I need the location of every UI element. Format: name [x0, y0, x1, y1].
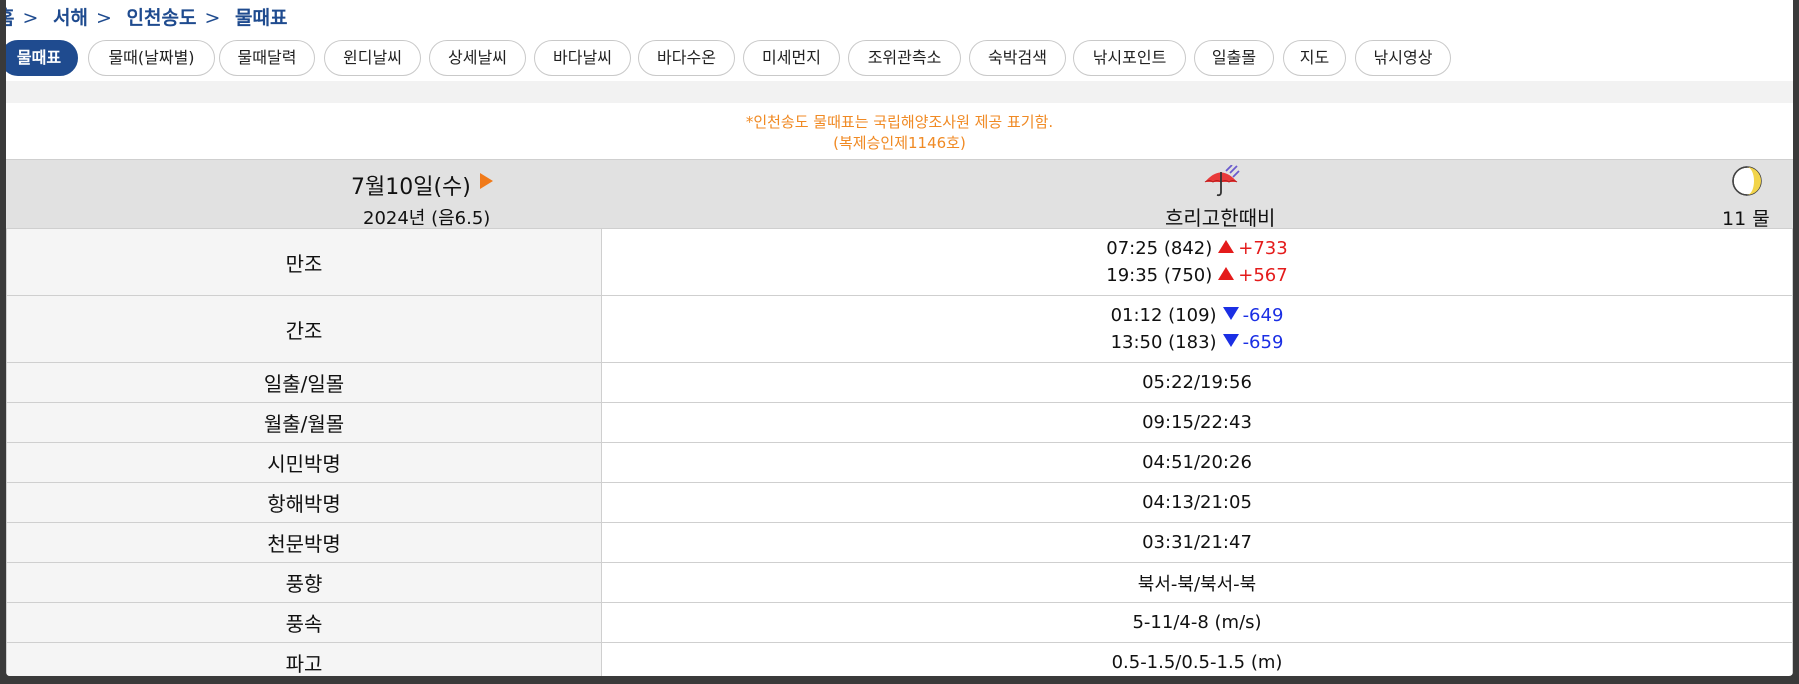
tab-sea-temp[interactable]: 바다수온: [638, 40, 735, 76]
breadcrumb-current: 물때표: [235, 7, 288, 29]
high-tide-diff: +567: [1238, 265, 1288, 286]
tab-map[interactable]: 지도: [1283, 40, 1346, 76]
breadcrumb-sep: >: [204, 7, 221, 29]
tab-windy-weather[interactable]: 윈디날씨: [324, 40, 421, 76]
low-tide-entry: 01:12 (109) -649: [602, 302, 1792, 329]
wave-height-value: 0.5-1.5/0.5-1.5 (m): [601, 642, 1793, 676]
triangle-down-icon: [1222, 307, 1239, 320]
sunrise-sunset-value: 05:22/19:56: [601, 362, 1793, 403]
table-row: 파고 0.5-1.5/0.5-1.5 (m): [6, 642, 1793, 676]
row-label-wind-direction: 풍향: [6, 562, 602, 603]
table-row: 월출/월몰 09:15/22:43: [6, 402, 1793, 443]
breadcrumb-place[interactable]: 인천송도: [127, 7, 197, 29]
tab-tide-station[interactable]: 조위관측소: [848, 40, 961, 76]
low-tide-entry: 13:50 (183) -659: [602, 329, 1792, 356]
triangle-up-icon: [1218, 240, 1235, 253]
tab-tide-calendar[interactable]: 물때달력: [219, 40, 315, 76]
row-label-sunrise-sunset: 일출/일몰: [6, 362, 602, 403]
moonrise-moonset-value: 09:15/22:43: [601, 402, 1793, 443]
tide-table: 만조 07:25 (842) +733 19:35 (750) +567 간조 01…: [6, 228, 1793, 676]
table-row: 만조 07:25 (842) +733 19:35 (750) +567: [6, 228, 1793, 296]
tab-sea-weather[interactable]: 바다날씨: [534, 40, 631, 76]
table-row: 간조 01:12 (109) -649 13:50 (183) -659: [6, 295, 1793, 363]
row-label-wave-height: 파고: [6, 642, 602, 676]
source-notice: *인천송도 물때표는 국립해양조사원 제공 표기함. (복제승인제1146호): [6, 112, 1793, 154]
wind-direction-value: 북서-북/북서-북: [601, 562, 1793, 603]
tab-fine-dust[interactable]: 미세먼지: [743, 40, 840, 76]
row-label-high-tide: 만조: [6, 228, 602, 296]
low-tide-diff: -659: [1242, 332, 1284, 353]
row-label-moonrise-moonset: 월출/월몰: [6, 402, 602, 443]
table-row: 풍속 5-11/4-8 (m/s): [6, 602, 1793, 643]
page-frame: 홈 > 서해 > 인천송도 > 물때표 물때표 물때(날짜별) 물때달력 윈디날씨 상…: [6, 0, 1793, 676]
high-tide-entry: 19:35 (750) +567: [602, 262, 1792, 289]
triangle-down-icon: [1222, 334, 1239, 347]
high-tide-time: 19:35 (750): [1106, 265, 1213, 286]
low-tide-diff: -649: [1242, 305, 1284, 326]
row-label-nautical-twilight: 항해박명: [6, 482, 602, 523]
table-row: 시민박명 04:51/20:26: [6, 442, 1793, 483]
breadcrumb: 홈 > 서해 > 인천송도 > 물때표: [6, 3, 295, 29]
high-tide-diff: +733: [1238, 238, 1288, 259]
year-lunar-label: 2024년 (음6.5): [363, 208, 491, 229]
tab-lodging-search[interactable]: 숙박검색: [969, 40, 1066, 76]
table-row: 풍향 북서-북/북서-북: [6, 562, 1793, 603]
high-tide-entry: 07:25 (842) +733: [602, 235, 1792, 262]
tab-sunrise-sunset[interactable]: 일출몰: [1194, 40, 1274, 76]
row-label-civil-twilight: 시민박명: [6, 442, 602, 483]
half-moon-icon: [1732, 166, 1762, 196]
next-day-arrow-icon[interactable]: [480, 173, 493, 189]
tab-tide-table[interactable]: 물때표: [6, 40, 78, 76]
nautical-twilight-value: 04:13/21:05: [601, 482, 1793, 523]
civil-twilight-value: 04:51/20:26: [601, 442, 1793, 483]
breadcrumb-home[interactable]: 홈: [6, 7, 14, 29]
weather-label: 흐리고한때비: [1165, 206, 1276, 230]
breadcrumb-sep: >: [22, 7, 39, 29]
row-label-astronomical-twilight: 천문박명: [6, 522, 602, 563]
high-tide-time: 07:25 (842): [1106, 238, 1213, 259]
table-row: 일출/일몰 05:22/19:56: [6, 362, 1793, 403]
triangle-up-icon: [1218, 267, 1235, 280]
date-label: 7월10일(수): [351, 175, 471, 200]
tab-fishing-video[interactable]: 낚시영상: [1355, 40, 1451, 76]
tab-fishing-point[interactable]: 낚시포인트: [1073, 40, 1186, 76]
notice-line-2: (복제승인제1146호): [833, 134, 966, 152]
breadcrumb-sep: >: [96, 7, 112, 29]
row-label-wind-speed: 풍속: [6, 602, 602, 643]
low-tide-time: 13:50 (183): [1110, 332, 1217, 353]
divider-bar: [6, 81, 1793, 103]
wind-speed-value: 5-11/4-8 (m/s): [601, 602, 1793, 643]
tide-phase-label: 11 물: [1722, 208, 1770, 230]
low-tide-time: 01:12 (109): [1110, 305, 1217, 326]
tab-detail-weather[interactable]: 상세날씨: [429, 40, 526, 76]
tab-tide-by-date[interactable]: 물때(날짜별): [88, 40, 215, 76]
high-tide-cell: 07:25 (842) +733 19:35 (750) +567: [601, 228, 1793, 296]
umbrella-rain-icon: [1204, 165, 1240, 197]
breadcrumb-region[interactable]: 서해: [53, 7, 88, 29]
day-header: 7월10일(수) 2024년 (음6.5) 흐리고한때비 11 물: [6, 159, 1793, 230]
table-row: 항해박명 04:13/21:05: [6, 482, 1793, 523]
low-tide-cell: 01:12 (109) -649 13:50 (183) -659: [601, 295, 1793, 363]
astronomical-twilight-value: 03:31/21:47: [601, 522, 1793, 563]
notice-line-1: *인천송도 물때표는 국립해양조사원 제공 표기함.: [745, 113, 1054, 131]
row-label-low-tide: 간조: [6, 295, 602, 363]
table-row: 천문박명 03:31/21:47: [6, 522, 1793, 563]
